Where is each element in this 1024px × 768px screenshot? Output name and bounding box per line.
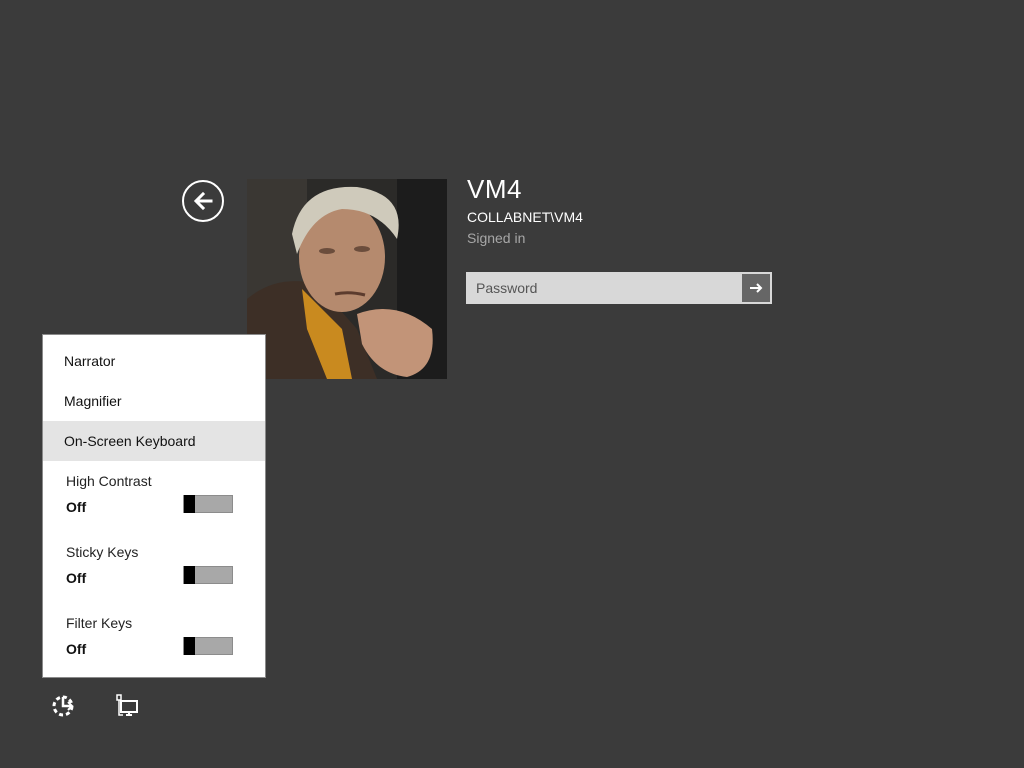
network-button[interactable] (114, 693, 140, 719)
sticky-keys-toggle[interactable] (183, 566, 233, 584)
toggle-thumb (184, 637, 195, 655)
filter-keys-toggle[interactable] (183, 637, 233, 655)
back-arrow-icon (193, 191, 213, 211)
menu-item-label: Magnifier (64, 393, 122, 409)
back-button[interactable] (182, 180, 224, 222)
high-contrast-setting: High Contrast Off (66, 473, 241, 533)
user-domain: COLLABNET\VM4 (467, 209, 583, 225)
user-status: Signed in (467, 230, 526, 246)
toggle-state: Off (66, 641, 87, 657)
ease-of-access-menu: Narrator Magnifier On-Screen Keyboard Hi… (42, 334, 266, 678)
toggle-state: Off (66, 499, 87, 515)
menu-item-narrator[interactable]: Narrator (43, 341, 265, 381)
password-field[interactable] (468, 274, 742, 302)
ease-of-access-icon (52, 695, 74, 717)
toggle-label: Filter Keys (66, 615, 133, 631)
toggle-thumb (184, 495, 195, 513)
high-contrast-toggle[interactable] (183, 495, 233, 513)
submit-button[interactable] (742, 274, 770, 302)
avatar (247, 179, 447, 379)
network-icon (116, 694, 138, 716)
password-box (466, 272, 772, 304)
ease-of-access-button[interactable] (50, 693, 76, 719)
menu-item-label: Narrator (64, 353, 116, 369)
toggle-thumb (184, 566, 195, 584)
menu-item-magnifier[interactable]: Magnifier (43, 381, 265, 421)
toggle-label: Sticky Keys (66, 544, 139, 560)
sticky-keys-setting: Sticky Keys Off (66, 544, 241, 604)
menu-item-on-screen-keyboard[interactable]: On-Screen Keyboard (43, 421, 265, 461)
toggle-label: High Contrast (66, 473, 152, 489)
toggle-state: Off (66, 570, 87, 586)
user-name: VM4 (467, 174, 522, 204)
menu-item-label: On-Screen Keyboard (64, 433, 196, 449)
arrow-right-icon (750, 283, 763, 293)
filter-keys-setting: Filter Keys Off (66, 615, 241, 675)
